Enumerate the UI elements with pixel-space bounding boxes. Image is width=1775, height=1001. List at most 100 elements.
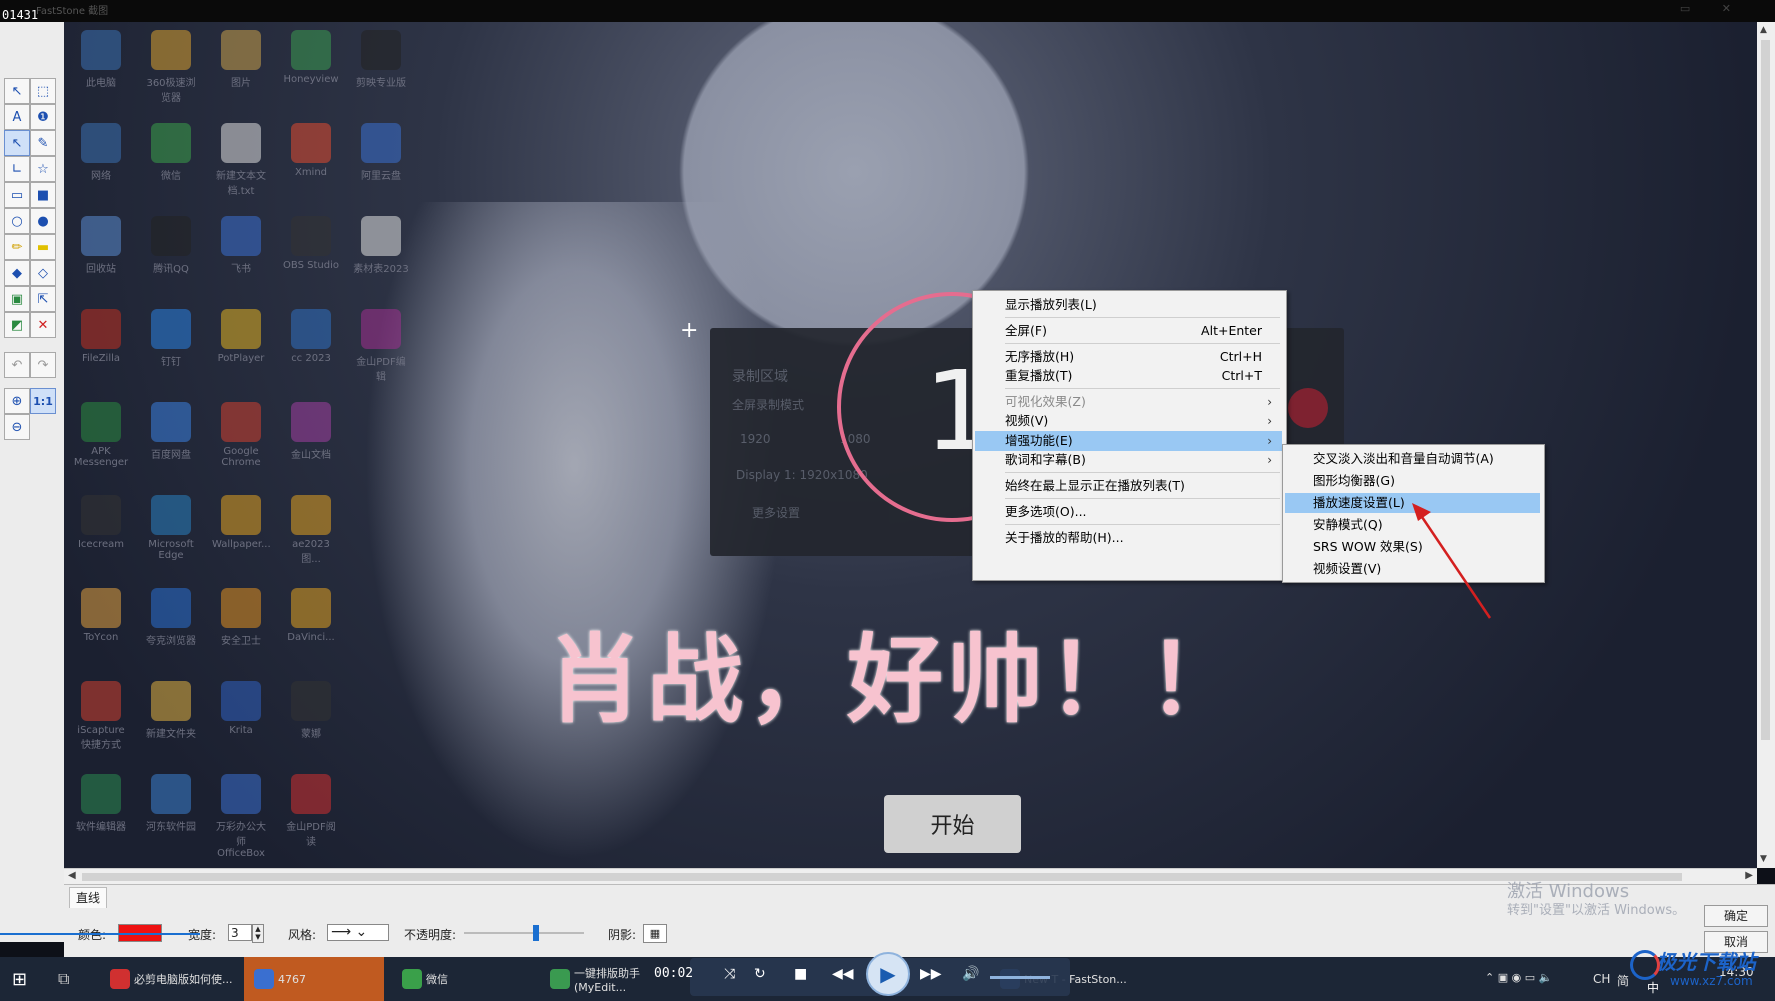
taskbar-item-label: 4767: [278, 972, 306, 986]
context-menu-item[interactable]: 关于播放的帮助(H)...: [975, 528, 1282, 548]
volume-slider[interactable]: [990, 976, 1050, 979]
next-icon[interactable]: ▶▶: [920, 966, 942, 982]
color-picker-tool-icon[interactable]: ◩: [4, 312, 30, 338]
context-menu-item[interactable]: 更多选项(O)...: [975, 502, 1282, 522]
pointer-tool-icon[interactable]: ↖: [4, 78, 30, 104]
number-tool-icon[interactable]: ❶: [30, 104, 56, 130]
taskbar-item[interactable]: 微信: [392, 957, 502, 1001]
redo-icon[interactable]: ↷: [30, 352, 56, 378]
vertical-scroll-thumb[interactable]: [1761, 40, 1770, 740]
shadow-toggle-icon[interactable]: ▦: [643, 924, 667, 943]
app-icon: [291, 495, 331, 535]
context-menu-item[interactable]: 无序播放(H) Ctrl+H: [975, 347, 1282, 367]
input-lang[interactable]: CH: [1593, 972, 1610, 986]
select-rect-tool-icon[interactable]: ⬚: [30, 78, 56, 104]
desktop-icon-label: 微信: [161, 171, 181, 182]
star-tool-icon[interactable]: ☆: [30, 156, 56, 182]
desktop-icon: OBS Studio: [282, 216, 340, 271]
rectangle-tool-icon[interactable]: ▭: [4, 182, 30, 208]
text-tool-icon[interactable]: A: [4, 104, 30, 130]
stop-icon[interactable]: ■: [794, 966, 807, 982]
app-icon: [151, 774, 191, 814]
recorder-display: Display 1: 1920x1080: [736, 468, 868, 482]
app-icon: [221, 495, 261, 535]
desktop-icon: FileZilla: [72, 309, 130, 364]
start-button: 开始: [884, 795, 1021, 853]
player-time: 00:02: [654, 966, 694, 981]
vertical-scrollbar[interactable]: ▲ ▼: [1757, 22, 1775, 868]
desktop-icon-label: 金山文档: [291, 450, 331, 461]
desktop-icon: PotPlayer: [212, 309, 270, 364]
ok-button[interactable]: 确定: [1704, 905, 1768, 927]
filled-rectangle-tool-icon[interactable]: ■: [30, 182, 56, 208]
context-menu-item[interactable]: 增强功能(E) ›: [975, 431, 1282, 451]
previous-icon[interactable]: ◀◀: [832, 966, 854, 982]
submenu-item[interactable]: 交叉淡入淡出和音量自动调节(A): [1285, 449, 1540, 469]
repeat-icon[interactable]: ↻: [754, 966, 766, 982]
context-menu-item[interactable]: 歌词和字幕(B) ›: [975, 450, 1282, 470]
tray-icons[interactable]: ⌃ ▣ ◉ ▭ 🔈: [1485, 971, 1552, 984]
context-menu-item[interactable]: 视频(V) ›: [975, 411, 1282, 431]
line-style-select[interactable]: ⟶ ⌄: [327, 924, 389, 941]
taskbar-item[interactable]: 必剪电脑版如何使...: [100, 957, 238, 1001]
play-button[interactable]: ▶: [866, 952, 910, 996]
volume-icon[interactable]: 🔊: [962, 966, 979, 982]
desktop-icon: 蒙娜: [282, 681, 340, 740]
filled-ellipse-tool-icon[interactable]: ●: [30, 208, 56, 234]
eraser-tool-icon[interactable]: ◇: [30, 260, 56, 286]
task-view-icon[interactable]: ⧉: [58, 969, 69, 989]
context-menu-item[interactable]: 重复播放(T) Ctrl+T: [975, 366, 1282, 386]
width-spinner[interactable]: ▲ ▼: [252, 924, 264, 943]
delete-icon[interactable]: ✕: [30, 312, 56, 338]
taskbar-item[interactable]: 4767: [244, 957, 384, 1001]
actual-size-button[interactable]: 1:1: [30, 388, 56, 414]
desktop-icon: 素材表2023: [352, 216, 410, 275]
submenu-item[interactable]: 视频设置(V): [1285, 559, 1540, 579]
zoom-out-icon[interactable]: ⊖: [4, 414, 30, 440]
horizontal-scrollbar[interactable]: ◀ ▶: [64, 868, 1757, 885]
desktop-icon-label: OBS Studio: [283, 260, 339, 271]
window-controls[interactable]: ▭ ✕: [1680, 2, 1745, 15]
opacity-slider[interactable]: [464, 932, 584, 934]
scroll-left-icon[interactable]: ◀: [68, 870, 76, 881]
context-menu-item[interactable]: 显示播放列表(L): [975, 295, 1282, 315]
desktop-icon-label: 夸克浏览器: [146, 636, 196, 647]
context-menu-item[interactable]: 始终在最上显示正在播放列表(T): [975, 476, 1282, 496]
submenu-item[interactable]: SRS WOW 效果(S): [1285, 537, 1540, 557]
scroll-up-icon[interactable]: ▲: [1760, 25, 1767, 35]
horizontal-scroll-thumb[interactable]: [82, 873, 1682, 881]
properties-bar: 直线 颜色: 宽度: 3 ▲ ▼ 风格: ⟶ ⌄ 不透明度: 阴影: ▦ 激活 W…: [64, 881, 1775, 958]
desktop-icon-label: Wallpaper...: [212, 539, 271, 550]
pen-tool-icon[interactable]: ✎: [30, 130, 56, 156]
opacity-slider-thumb[interactable]: [533, 925, 539, 941]
submenu-item[interactable]: 安静模式(Q): [1285, 515, 1540, 535]
desktop-icon: 新建文件夹: [142, 681, 200, 740]
shuffle-icon[interactable]: ⤨: [724, 966, 735, 982]
context-menu-item[interactable]: 可视化效果(Z) ›: [975, 392, 1282, 412]
ellipse-tool-icon[interactable]: ○: [4, 208, 30, 234]
angle-line-tool-icon[interactable]: ∟: [4, 156, 30, 182]
undo-icon[interactable]: ↶: [4, 352, 30, 378]
brand-logo: 极光下载站 www.xz7.com: [1626, 942, 1766, 998]
zoom-in-icon[interactable]: ⊕: [4, 388, 30, 414]
yellow-fill-tool-icon[interactable]: ▬: [30, 234, 56, 260]
recorder-width: 1920: [740, 432, 771, 446]
app-icon: [81, 402, 121, 442]
desktop-icon-label: DaVinci...: [287, 632, 335, 643]
scroll-right-icon[interactable]: ▶: [1745, 870, 1753, 881]
desktop-icon: 阿里云盘: [352, 123, 410, 182]
submenu-item[interactable]: 图形均衡器(G): [1285, 471, 1540, 491]
app-icon: [221, 681, 261, 721]
image-tool-icon[interactable]: ▣: [4, 286, 30, 312]
highlighter-tool-icon[interactable]: ✏: [4, 234, 30, 260]
submenu-item[interactable]: 播放速度设置(L): [1285, 493, 1540, 513]
scroll-down-icon[interactable]: ▼: [1760, 854, 1767, 864]
desktop-icon-label: 阿里云盘: [361, 171, 401, 182]
width-input[interactable]: 3: [228, 924, 252, 941]
line-tool-icon[interactable]: ↖: [4, 130, 30, 156]
cursor-add-tool-icon[interactable]: ⇱: [30, 286, 56, 312]
start-windows-icon[interactable]: ⊞: [12, 969, 27, 990]
fill-bucket-tool-icon[interactable]: ◆: [4, 260, 30, 286]
context-menu-item[interactable]: 全屏(F) Alt+Enter: [975, 321, 1282, 341]
tab-line[interactable]: 直线: [69, 887, 108, 908]
